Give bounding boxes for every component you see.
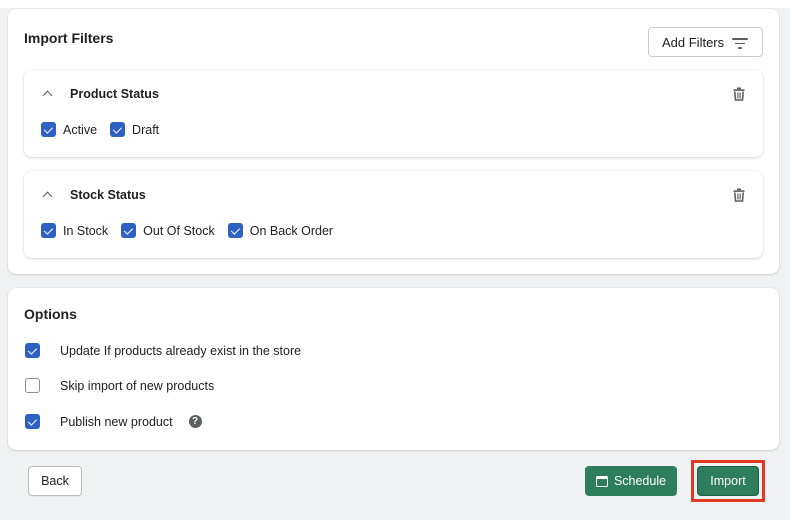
update-existing-checkbox[interactable] [25, 343, 40, 358]
option-skip-new: Skip import of new products [25, 378, 227, 393]
import-button[interactable]: Import [697, 466, 759, 496]
schedule-button[interactable]: Schedule [585, 466, 677, 496]
stock-status-title: Stock Status [70, 188, 146, 202]
skip-new-checkbox[interactable] [25, 378, 40, 393]
options-card: Options Update If products already exist… [8, 288, 779, 450]
in-stock-label: In Stock [63, 223, 109, 238]
add-filters-button[interactable]: Add Filters [648, 27, 763, 57]
help-icon[interactable]: ? [188, 415, 202, 428]
out-of-stock-checkbox[interactable] [121, 223, 137, 238]
back-button[interactable]: Back [28, 466, 82, 496]
options-title: Options [24, 306, 77, 322]
import-filters-card: Import Filters Add Filters Product Statu… [8, 9, 779, 274]
add-filters-label: Add Filters [662, 34, 725, 50]
active-label: Active [63, 122, 98, 137]
option-publish-new: Publish new product ? [25, 414, 202, 429]
chevron-up-icon[interactable] [42, 89, 52, 99]
on-back-order-label: On Back Order [249, 223, 334, 238]
product-status-title: Product Status [70, 87, 159, 101]
filter-icon [732, 37, 748, 49]
calendar-icon [595, 475, 608, 487]
on-back-order-checkbox[interactable] [227, 223, 243, 238]
draft-checkbox[interactable] [110, 122, 126, 137]
draft-label: Draft [132, 122, 160, 137]
import-filters-title: Import Filters [24, 30, 114, 46]
publish-new-label: Publish new product [60, 414, 173, 429]
product-status-filter: Product Status Active Draft [24, 70, 763, 157]
active-checkbox[interactable] [41, 122, 56, 137]
schedule-label: Schedule [613, 474, 667, 488]
update-existing-label: Update If products already exist in the … [60, 343, 302, 358]
option-update-existing: Update If products already exist in the … [25, 343, 314, 358]
chevron-up-icon[interactable] [42, 190, 52, 200]
out-of-stock-label: Out Of Stock [143, 223, 215, 238]
in-stock-checkbox[interactable] [41, 223, 56, 238]
top-bar [0, 0, 790, 8]
trash-icon[interactable] [733, 87, 745, 101]
skip-new-label: Skip import of new products [60, 378, 215, 393]
trash-icon[interactable] [733, 188, 745, 202]
publish-new-checkbox[interactable] [25, 414, 40, 429]
stock-status-filter: Stock Status In Stock Out Of Stock On Ba… [24, 171, 763, 258]
